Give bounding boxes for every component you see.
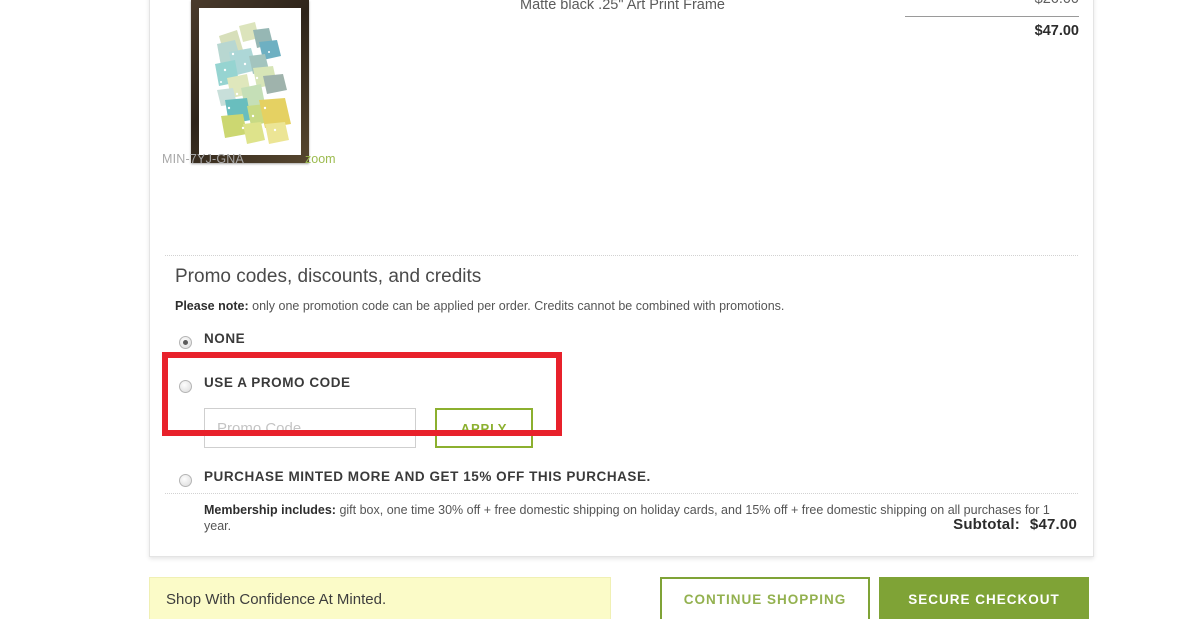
promo-option-membership[interactable]: PURCHASE MINTED MORE AND GET 15% OFF THI… [175,468,1075,496]
price-column: $26.00 $47.00 [899,0,1079,39]
divider-above-subtotal [165,493,1078,494]
price-divider [905,16,1079,17]
divider-above-promo [165,255,1078,256]
subtotal-label: Subtotal: [953,516,1020,533]
product-description: Standard Plexi & Materials Standard Full… [520,0,940,17]
secure-checkout-button[interactable]: SECURE CHECKOUT [879,577,1089,619]
watercolor-artwork-icon [215,22,291,144]
promo-note-label: Please note: [175,299,249,313]
promo-section-title: Promo codes, discounts, and credits [175,266,482,287]
cart-line-item: MIN-7YJ-GNA zoom Standard Plexi & Materi… [150,0,1093,212]
continue-shopping-button[interactable]: CONTINUE SHOPPING [660,577,870,619]
zoom-link[interactable]: zoom [305,152,336,166]
promo-option-membership-label: PURCHASE MINTED MORE AND GET 15% OFF THI… [204,469,651,484]
line-item-total: $47.00 [1034,23,1079,39]
description-line-frame: Matte black .25" Art Print Frame [520,0,725,13]
promo-code-input[interactable] [204,408,416,448]
subtotal-row: Subtotal: $47.00 [953,516,1077,533]
page-root: MIN-7YJ-GNA zoom Standard Plexi & Materi… [0,0,1182,619]
promo-option-use-code[interactable]: USE A PROMO CODE [175,374,1075,402]
art-frame [191,0,309,163]
promo-option-none[interactable]: NONE [175,330,1075,358]
confidence-text: Shop With Confidence At Minted. [166,591,387,608]
shop-with-confidence-banner: Shop With Confidence At Minted. [149,577,611,619]
frame-price: $26.00 [899,0,1079,10]
product-thumbnail[interactable] [191,0,311,164]
radio-use-promo-code[interactable] [179,380,192,393]
promo-option-none-label: NONE [204,331,246,346]
promo-option-use-code-label: USE A PROMO CODE [204,375,351,390]
membership-label: Membership includes: [204,503,336,517]
promo-code-entry: APPLY [204,408,1075,452]
cart-card: MIN-7YJ-GNA zoom Standard Plexi & Materi… [149,0,1094,557]
subtotal-amount: $47.00 [1029,516,1077,533]
promo-note: Please note: only one promotion code can… [175,298,1075,314]
radio-none[interactable] [179,336,192,349]
apply-promo-button[interactable]: APPLY [435,408,533,448]
art-mat [199,8,301,155]
sku-row: MIN-7YJ-GNA zoom [162,152,422,170]
membership-details: Membership includes: gift box, one time … [204,502,1075,534]
radio-minted-more[interactable] [179,474,192,487]
promo-note-text: only one promotion code can be applied p… [248,299,785,313]
product-sku: MIN-7YJ-GNA [162,152,245,166]
